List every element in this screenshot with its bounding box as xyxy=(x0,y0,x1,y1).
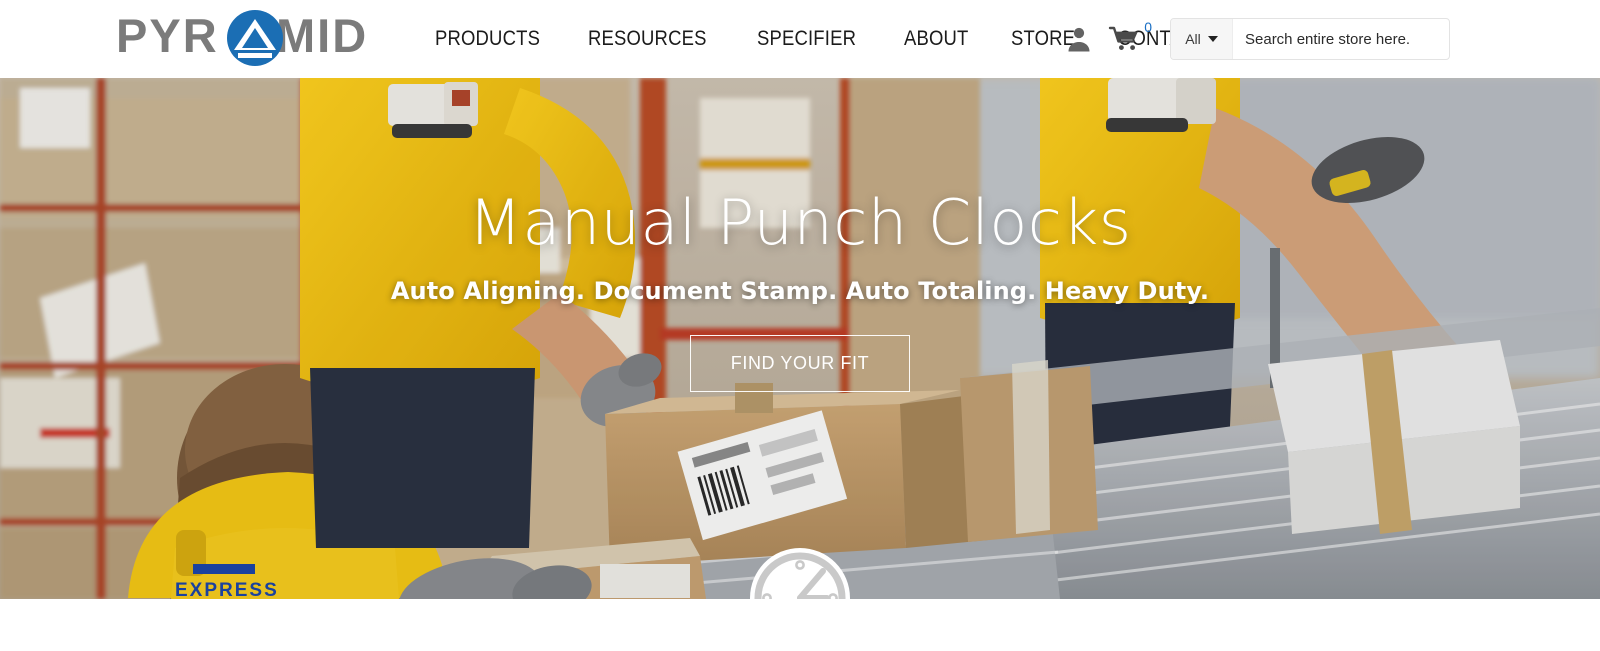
page-body-below-hero xyxy=(0,599,1600,651)
logo-base-bar xyxy=(238,53,272,58)
header-utilities: 0 All xyxy=(1064,0,1450,78)
analog-clock-icon xyxy=(750,548,850,599)
search-input[interactable] xyxy=(1233,19,1449,59)
search-scope-select[interactable]: All xyxy=(1171,19,1233,59)
nav-item-resources[interactable]: RESOURCES xyxy=(573,27,722,51)
pyramid-logo-icon: PYR MID xyxy=(116,10,368,66)
shopping-cart-icon xyxy=(1108,26,1138,50)
nav-item-specifier[interactable]: SPECIFIER xyxy=(742,27,871,51)
hero-banner: EXPRESS Manual Punch Clocks Auto Alignin… xyxy=(0,78,1600,599)
user-account-icon[interactable] xyxy=(1064,24,1094,54)
site-logo[interactable]: PYR MID xyxy=(116,10,388,68)
search-bar: All xyxy=(1170,18,1450,60)
search-scope-label: All xyxy=(1185,31,1201,47)
cart-count-badge: 0 xyxy=(1144,19,1152,35)
shopping-cart-button[interactable]: 0 xyxy=(1108,19,1152,55)
nav-item-about[interactable]: ABOUT xyxy=(889,27,983,51)
svg-text:MID: MID xyxy=(276,10,368,62)
chevron-down-icon xyxy=(1207,36,1218,42)
svg-text:PYR: PYR xyxy=(116,10,219,62)
nav-item-products[interactable]: PRODUCTS xyxy=(420,27,555,51)
site-header: PYR MID PRODUCTS RESOURCES SPECIFIER ABO… xyxy=(0,0,1600,78)
find-your-fit-button[interactable]: FIND YOUR FIT xyxy=(689,335,911,393)
